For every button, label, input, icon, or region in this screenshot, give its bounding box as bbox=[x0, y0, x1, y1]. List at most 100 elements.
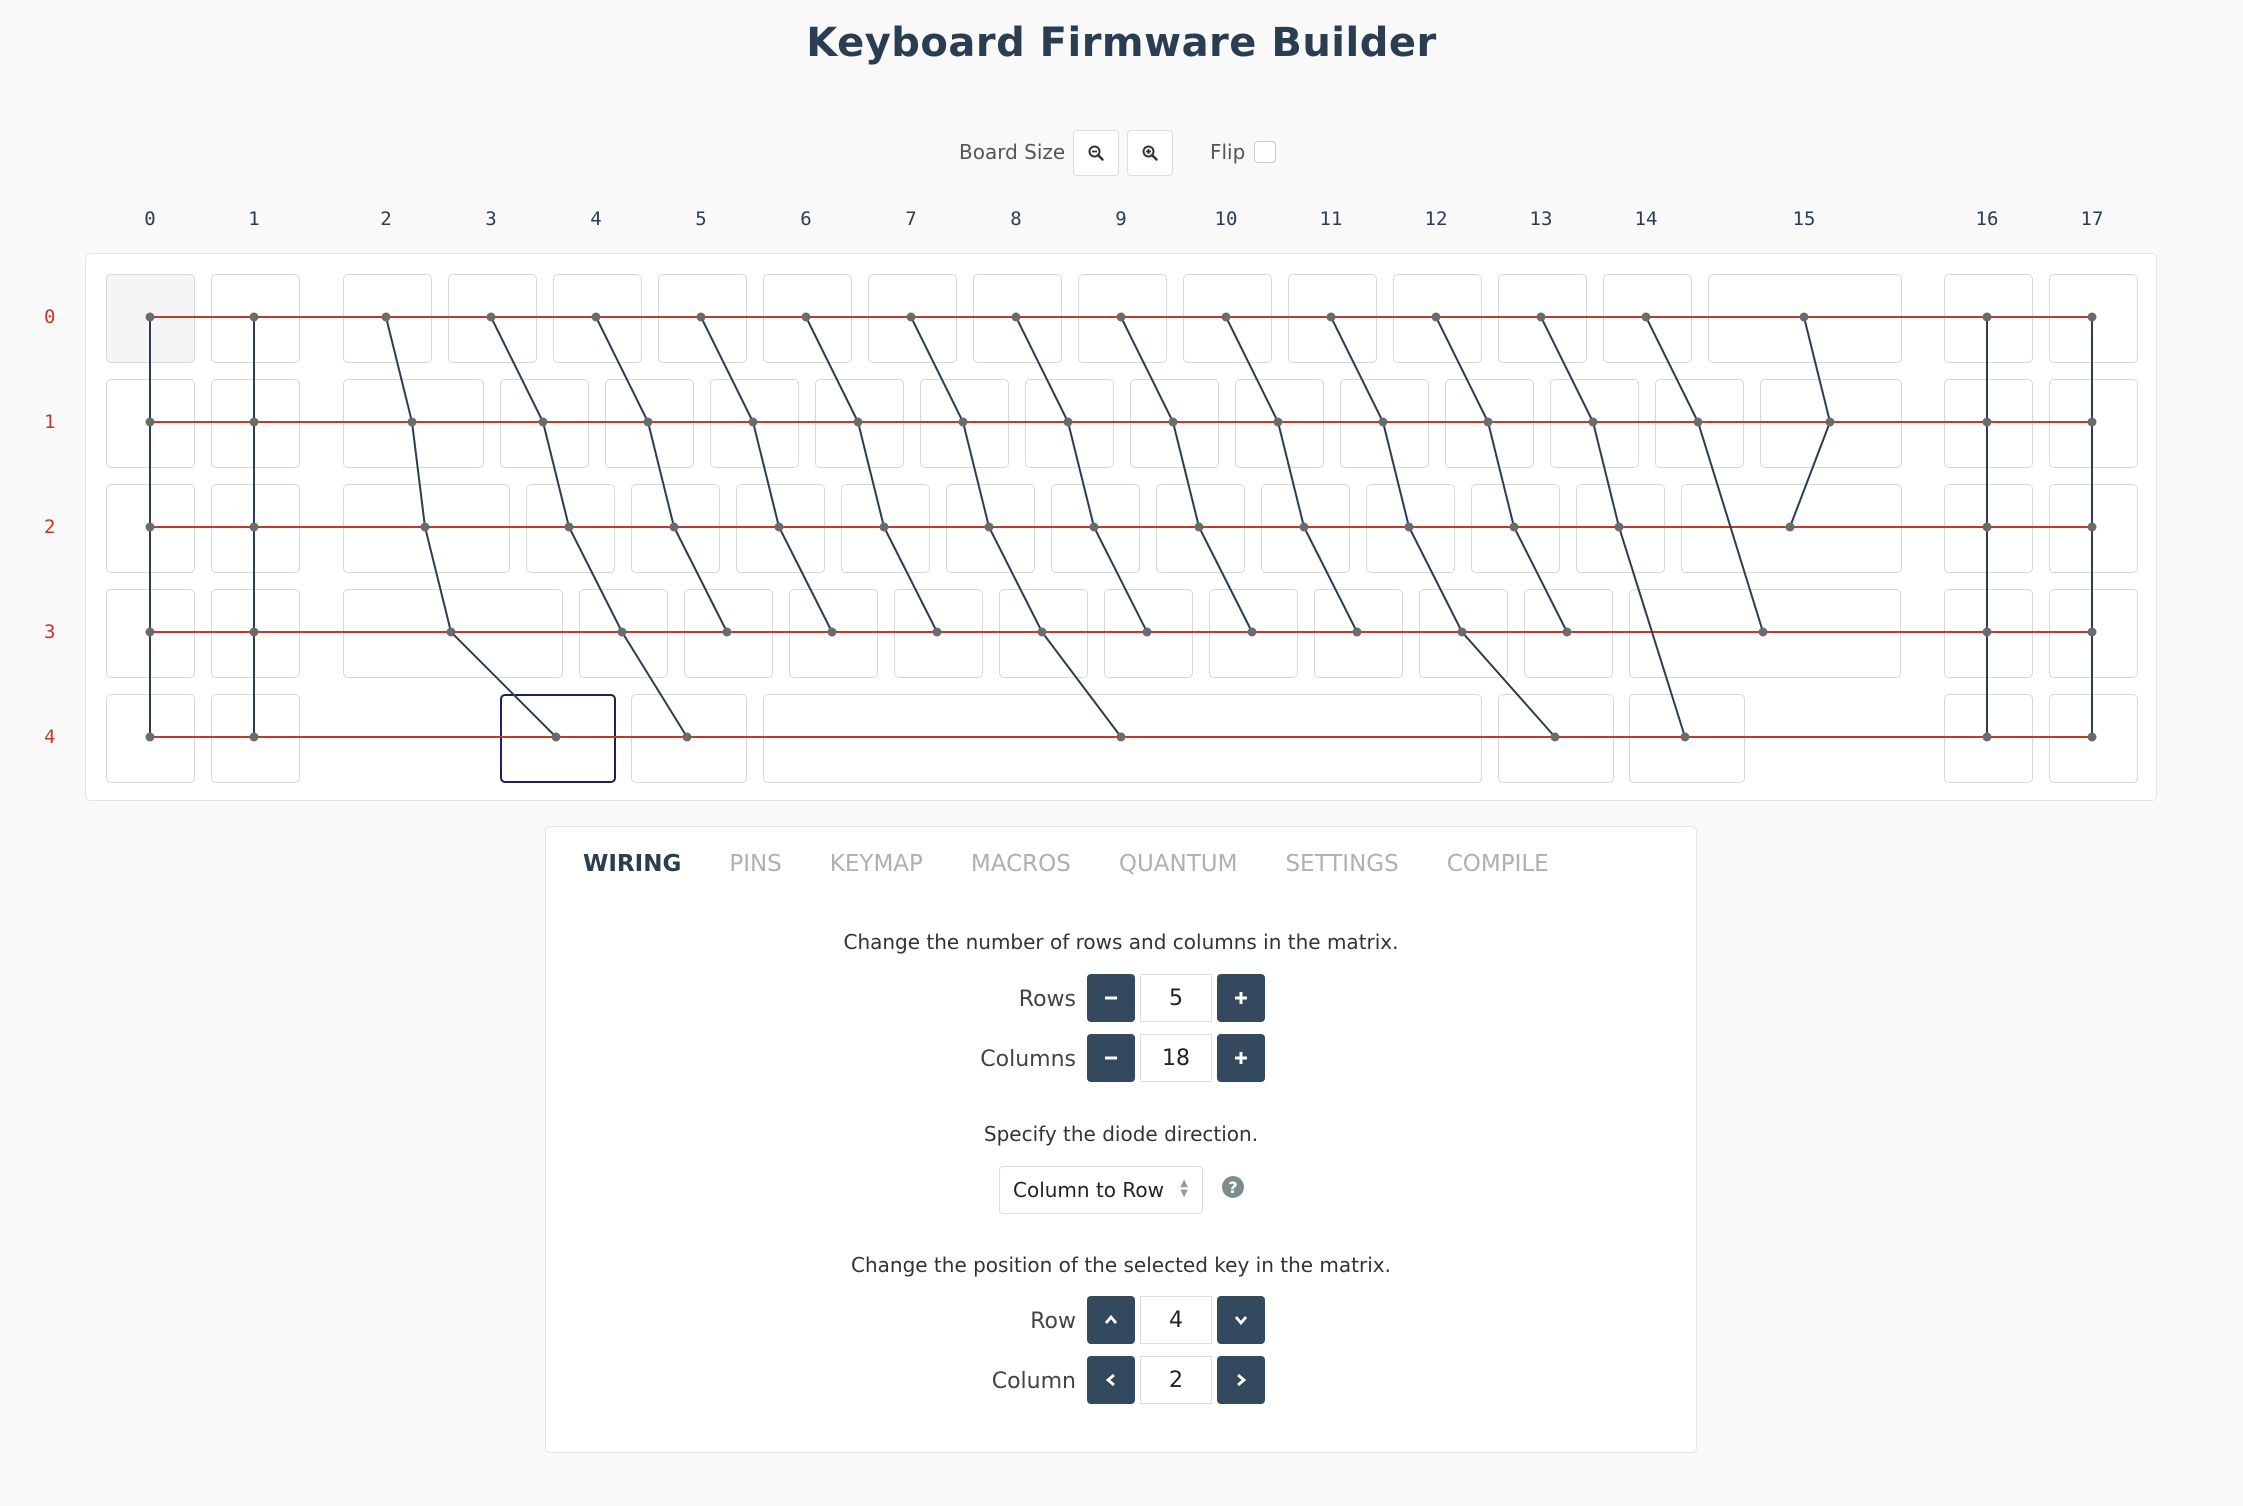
key[interactable] bbox=[1603, 274, 1692, 363]
selected-key[interactable] bbox=[500, 694, 616, 783]
key[interactable] bbox=[894, 589, 983, 678]
key[interactable] bbox=[2049, 694, 2138, 783]
key[interactable] bbox=[1025, 379, 1114, 468]
key[interactable] bbox=[920, 379, 1009, 468]
key[interactable] bbox=[684, 589, 773, 678]
flip-checkbox[interactable] bbox=[1254, 141, 1276, 163]
column-left-button[interactable] bbox=[1087, 1356, 1135, 1404]
key[interactable] bbox=[1471, 484, 1560, 573]
key[interactable] bbox=[1944, 484, 2033, 573]
key[interactable] bbox=[2049, 379, 2138, 468]
key[interactable] bbox=[1340, 379, 1429, 468]
column-right-button[interactable] bbox=[1217, 1356, 1265, 1404]
key[interactable] bbox=[658, 274, 747, 363]
key[interactable] bbox=[973, 274, 1062, 363]
key[interactable] bbox=[1550, 379, 1639, 468]
key[interactable] bbox=[1314, 589, 1403, 678]
row-down-button[interactable] bbox=[1217, 1296, 1265, 1344]
key[interactable] bbox=[2049, 589, 2138, 678]
row-value[interactable]: 4 bbox=[1140, 1296, 1212, 1344]
tab-macros[interactable]: MACROS bbox=[971, 851, 1071, 877]
key[interactable] bbox=[631, 694, 747, 783]
key[interactable] bbox=[1760, 379, 1902, 468]
key[interactable] bbox=[1629, 694, 1745, 783]
key[interactable] bbox=[1051, 484, 1140, 573]
key[interactable] bbox=[1576, 484, 1665, 573]
key[interactable] bbox=[343, 484, 510, 573]
key[interactable] bbox=[106, 274, 195, 363]
key[interactable] bbox=[763, 274, 852, 363]
key[interactable] bbox=[211, 484, 300, 573]
key[interactable] bbox=[710, 379, 799, 468]
zoom-out-button[interactable] bbox=[1073, 130, 1119, 176]
key[interactable] bbox=[1104, 589, 1193, 678]
key[interactable] bbox=[1708, 274, 1902, 363]
key[interactable] bbox=[1393, 274, 1482, 363]
key[interactable] bbox=[1445, 379, 1534, 468]
columns-decrement-button[interactable] bbox=[1087, 1034, 1135, 1082]
rows-increment-button[interactable] bbox=[1217, 974, 1265, 1022]
key[interactable] bbox=[736, 484, 825, 573]
key[interactable] bbox=[1156, 484, 1245, 573]
key[interactable] bbox=[343, 274, 432, 363]
key[interactable] bbox=[815, 379, 904, 468]
tab-wiring[interactable]: WIRING bbox=[583, 851, 681, 877]
key[interactable] bbox=[1629, 589, 1901, 678]
key[interactable] bbox=[1524, 589, 1613, 678]
key[interactable] bbox=[999, 589, 1088, 678]
key[interactable] bbox=[1235, 379, 1324, 468]
key[interactable] bbox=[631, 484, 720, 573]
key[interactable] bbox=[789, 589, 878, 678]
tab-quantum[interactable]: QUANTUM bbox=[1119, 851, 1238, 877]
key[interactable] bbox=[841, 484, 930, 573]
key[interactable] bbox=[106, 589, 195, 678]
key[interactable] bbox=[553, 274, 642, 363]
key[interactable] bbox=[1655, 379, 1744, 468]
key[interactable] bbox=[1944, 274, 2033, 363]
key[interactable] bbox=[605, 379, 694, 468]
key[interactable] bbox=[1209, 589, 1298, 678]
column-value[interactable]: 2 bbox=[1140, 1356, 1212, 1404]
key[interactable] bbox=[343, 589, 563, 678]
key[interactable] bbox=[1419, 589, 1508, 678]
row-up-button[interactable] bbox=[1087, 1296, 1135, 1344]
key[interactable] bbox=[211, 589, 300, 678]
key[interactable] bbox=[1944, 589, 2033, 678]
key[interactable] bbox=[763, 694, 1482, 783]
key[interactable] bbox=[106, 484, 195, 573]
key[interactable] bbox=[1498, 694, 1614, 783]
key[interactable] bbox=[1944, 694, 2033, 783]
key[interactable] bbox=[946, 484, 1035, 573]
key[interactable] bbox=[211, 274, 300, 363]
key[interactable] bbox=[1183, 274, 1272, 363]
tab-keymap[interactable]: KEYMAP bbox=[830, 851, 923, 877]
key[interactable] bbox=[106, 694, 195, 783]
rows-decrement-button[interactable] bbox=[1087, 974, 1135, 1022]
key[interactable] bbox=[211, 694, 300, 783]
key[interactable] bbox=[106, 379, 195, 468]
key[interactable] bbox=[868, 274, 957, 363]
key[interactable] bbox=[1261, 484, 1350, 573]
key[interactable] bbox=[1498, 274, 1587, 363]
rows-value[interactable]: 5 bbox=[1140, 974, 1212, 1022]
tab-compile[interactable]: COMPILE bbox=[1447, 851, 1549, 877]
key[interactable] bbox=[1944, 379, 2033, 468]
key[interactable] bbox=[2049, 484, 2138, 573]
key[interactable] bbox=[448, 274, 537, 363]
key[interactable] bbox=[1681, 484, 1902, 573]
columns-increment-button[interactable] bbox=[1217, 1034, 1265, 1082]
diode-direction-select[interactable]: Column to Row ▲ ▼ bbox=[999, 1166, 1203, 1214]
key[interactable] bbox=[1288, 274, 1377, 363]
columns-value[interactable]: 18 bbox=[1140, 1034, 1212, 1082]
key[interactable] bbox=[1078, 274, 1167, 363]
key[interactable] bbox=[343, 379, 484, 468]
key[interactable] bbox=[211, 379, 300, 468]
help-icon[interactable]: ? bbox=[1222, 1176, 1244, 1198]
tab-pins[interactable]: PINS bbox=[729, 851, 781, 877]
key[interactable] bbox=[1366, 484, 1455, 573]
zoom-in-button[interactable] bbox=[1127, 130, 1173, 176]
key[interactable] bbox=[579, 589, 668, 678]
key[interactable] bbox=[1130, 379, 1219, 468]
key[interactable] bbox=[526, 484, 615, 573]
tab-settings[interactable]: SETTINGS bbox=[1285, 851, 1398, 877]
